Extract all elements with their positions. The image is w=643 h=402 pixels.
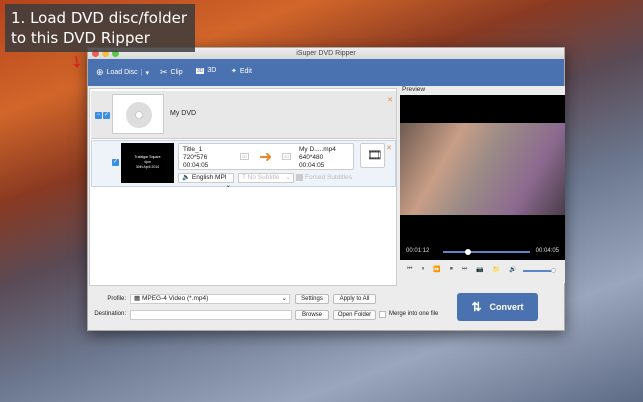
settings-button[interactable]: Settings — [295, 294, 329, 304]
title-thumbnail: Trafalgar Square 4pm 30th April 2010 — [121, 143, 174, 183]
output-format-button[interactable]: 🎞 — [360, 143, 385, 168]
disc-thumbnail — [112, 94, 164, 134]
convert-button[interactable]: ⇅ Convert — [457, 293, 538, 321]
pause-icon[interactable]: ⏸ — [421, 266, 424, 273]
destination-input[interactable] — [130, 310, 292, 320]
collapse-icon[interactable]: − — [95, 112, 102, 119]
profile-select[interactable]: ▦ MPEG-4 Video (*.mp4) ⌄ — [130, 294, 290, 304]
seek-handle[interactable] — [465, 249, 471, 255]
app-window: iSuper DVD Ripper ⊕ Load Disc | ▾ ✂ Clip 3D 3… — [87, 47, 565, 331]
merge-checkbox[interactable] — [379, 311, 386, 318]
subtitle-select[interactable]: T No Subtitle ⌄ — [238, 173, 294, 183]
refresh-icon: ⇅ — [471, 300, 482, 314]
volume-icon[interactable]: 🔊 — [509, 266, 516, 273]
preview-panel: Preview 00:01:12 00:04:05 ⏮ ⏸ ⏩ ⏹ ⏭ 📷 📁 🔊 — [399, 86, 565, 283]
skip-back-icon[interactable]: ⏮ — [407, 266, 412, 273]
sparkle-icon: ✦ — [231, 68, 237, 75]
conversion-info: Title_1 720*576 00:04:05 2D ➜ 2D My D.....… — [178, 143, 354, 170]
arrow-right-icon: ➜ — [259, 149, 273, 166]
apply-to-all-button[interactable]: Apply to All — [333, 294, 376, 304]
remove-icon[interactable]: ✕ — [387, 96, 393, 104]
title-checkbox[interactable]: ✓ — [112, 159, 119, 166]
edit-button[interactable]: ✦ Edit — [231, 67, 252, 76]
title-row[interactable]: ✓ Trafalgar Square 4pm 30th April 2010 Tit… — [91, 140, 396, 189]
forced-subtitles-checkbox[interactable] — [296, 174, 303, 181]
skip-forward-icon[interactable]: ⏭ — [462, 266, 467, 273]
scissors-icon: ✂ — [160, 67, 168, 77]
volume-slider[interactable] — [523, 268, 556, 273]
browse-button[interactable]: Browse — [295, 310, 329, 320]
remove-title-icon[interactable]: ✕ — [386, 144, 392, 152]
title-list: − ✓ My DVD ✕ ✓ Trafalgar Square 4pm 30th A… — [89, 88, 397, 286]
chevron-down-icon[interactable]: ▾ — [146, 69, 150, 77]
window-title: iSuper DVD Ripper — [296, 50, 356, 57]
red-arrow-icon: ➘ — [65, 51, 87, 74]
open-folder-button[interactable]: Open Folder — [333, 310, 376, 320]
disc-row[interactable]: − ✓ My DVD ✕ — [91, 91, 396, 139]
fast-forward-icon[interactable]: ⏩ — [433, 266, 440, 273]
video-player[interactable]: 00:01:12 00:04:05 — [400, 95, 565, 260]
disc-icon — [126, 102, 152, 128]
snapshot-icon[interactable]: 📷 — [476, 266, 483, 273]
instruction-callout: 1. Load DVD disc/folder to this DVD Ripp… — [5, 4, 195, 52]
3d-icon: 3D — [196, 67, 205, 74]
folder-icon[interactable]: 📁 — [493, 266, 500, 273]
output-2d-icon: 2D — [282, 153, 292, 160]
disc-name: My DVD — [170, 110, 197, 117]
seek-slider[interactable] — [443, 249, 530, 255]
audio-track-select[interactable]: 🔈 English MPI ⌄ — [178, 173, 234, 189]
video-frame — [400, 123, 565, 215]
load-disc-button[interactable]: ⊕ Load Disc | ▾ — [96, 67, 149, 78]
volume-handle[interactable] — [551, 268, 556, 273]
toolbar: ⊕ Load Disc | ▾ ✂ Clip 3D 3D ✦ Edit — [88, 59, 564, 86]
clip-button[interactable]: ✂ Clip — [160, 67, 183, 78]
disc-checkbox[interactable]: ✓ — [103, 112, 110, 119]
3d-button[interactable]: 3D 3D — [196, 67, 216, 74]
stop-icon[interactable]: ⏹ — [450, 266, 453, 273]
film-icon: 🎞 — [367, 148, 383, 162]
source-2d-icon: 2D — [240, 153, 250, 160]
disc-plus-icon: ⊕ — [96, 67, 104, 77]
